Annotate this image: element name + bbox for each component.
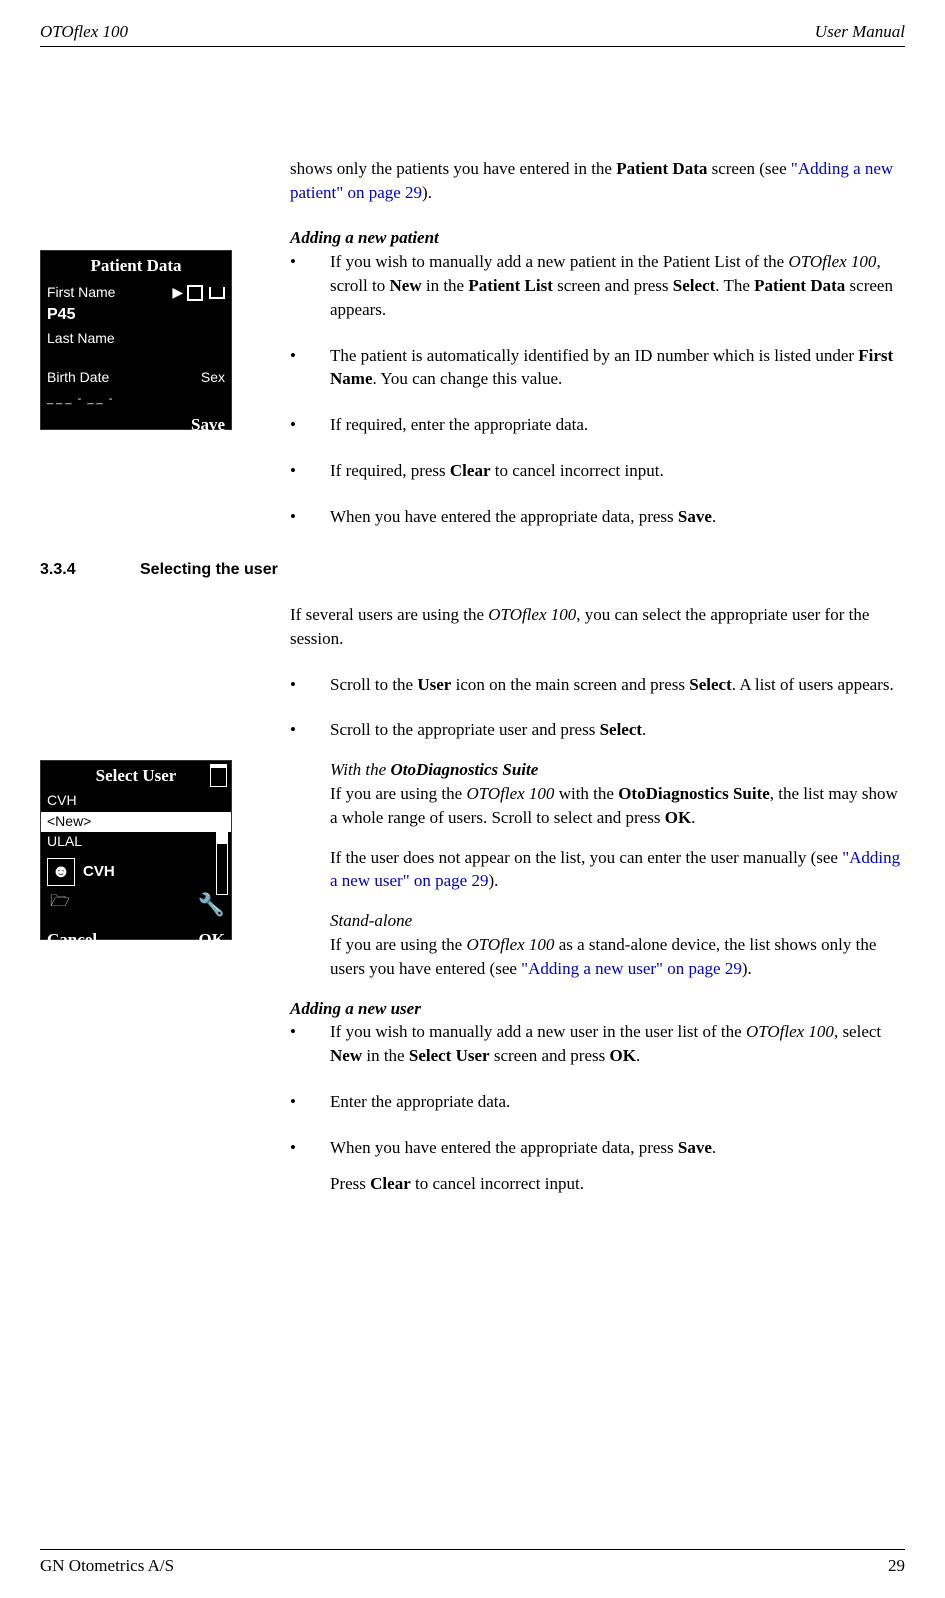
list-item: ULAL: [41, 832, 231, 854]
save-button-label: Save: [191, 413, 225, 437]
bullet-item: Enter the appropriate data.: [290, 1090, 905, 1114]
user-cvh: CVH: [47, 791, 77, 811]
bullet-item: If required, press Clear to cancel incor…: [290, 459, 905, 483]
first-name-row: First Name ▶: [41, 281, 231, 305]
screenshot-title: Patient Data: [90, 256, 181, 275]
bullet-item: Scroll to the appropriate user and press…: [290, 718, 905, 742]
sub-standalone: Stand-alone If you are using the OTOflex…: [330, 909, 905, 980]
patient-id: P45: [41, 304, 231, 326]
add-user-bullet-list: If you wish to manually add a new user i…: [290, 1020, 905, 1159]
section-number: 3.3.4: [40, 559, 140, 581]
patient-data-screenshot: Patient Data First Name ▶ P45 Last Name …: [40, 250, 232, 430]
section-intro: If several users are using the OTOflex 1…: [290, 603, 905, 651]
ok-label: OK: [199, 928, 225, 952]
bullet-item: If required, enter the appropriate data.: [290, 413, 905, 437]
sex-label: Sex: [201, 368, 225, 388]
birth-date-label: Birth Date: [47, 368, 109, 388]
battery-icon: [210, 764, 227, 787]
user-ulal: ULAL: [47, 832, 82, 852]
bullet-item: When you have entered the appropriate da…: [290, 1136, 905, 1160]
patient-bullet-list: If you wish to manually add a new patien…: [290, 250, 905, 528]
screenshot-title: Select User: [96, 766, 177, 785]
header-product: OTOflex 100: [40, 20, 128, 44]
link-add-user2[interactable]: "Adding a new user" on page 29: [521, 959, 742, 978]
ok-cancel-row: Cancel OK: [41, 924, 231, 956]
scrollbar: [216, 817, 228, 895]
sub-with-otodiagnostics: With the OtoDiagnostics Suite If you are…: [330, 758, 905, 829]
header-manual: User Manual: [815, 20, 905, 44]
icon-row2: 🗁 🔧: [41, 890, 231, 925]
screenshot-title-bar: Patient Data: [41, 251, 231, 281]
last-name-row: Last Name: [41, 327, 231, 351]
footer-page-number: 29: [888, 1554, 905, 1578]
icon-row: ☻ CVH: [41, 854, 231, 890]
date-dashes: _ _ _ - _ _ -: [41, 390, 231, 409]
bullet-item: If you wish to manually add a new user i…: [290, 1020, 905, 1068]
section-title: Selecting the user: [140, 559, 278, 581]
bullet-item: If you wish to manually add a new patien…: [290, 250, 905, 321]
user-cvh2: CVH: [83, 861, 115, 882]
sub-manual-user: If the user does not appear on the list,…: [330, 846, 905, 894]
face-icon: ☻: [47, 858, 75, 886]
adding-patient-heading: Adding a new patient: [290, 226, 905, 250]
save-row: Save: [41, 409, 231, 441]
footer-company: GN Otometrics A/S: [40, 1554, 174, 1578]
intro-paragraph: shows only the patients you have entered…: [290, 157, 905, 205]
bullet-item: Scroll to the User icon on the main scre…: [290, 673, 905, 697]
select-user-screenshot: Select User CVH <New> ULAL ☻ CVH 🗁 🔧 Can…: [40, 760, 232, 940]
list-item: CVH: [41, 791, 231, 813]
bullet-item: The patient is automatically identified …: [290, 344, 905, 392]
list-item-selected: <New>: [41, 812, 231, 832]
page-footer: GN Otometrics A/S 29: [40, 1549, 905, 1578]
birth-sex-row: Birth Date Sex: [41, 366, 231, 390]
bullet-item: When you have entered the appropriate da…: [290, 505, 905, 529]
user-bullet-list: Scroll to the User icon on the main scre…: [290, 673, 905, 743]
last-name-label: Last Name: [47, 329, 115, 349]
clear-note: Press Clear to cancel incorrect input.: [330, 1172, 905, 1196]
screenshot-title-bar: Select User: [41, 761, 231, 791]
folder-icon: 🗁: [47, 890, 73, 916]
cancel-label: Cancel: [47, 928, 97, 952]
adding-user-heading: Adding a new user: [290, 997, 905, 1021]
section-334-header: 3.3.4 Selecting the user: [40, 559, 905, 581]
user-new: <New>: [47, 812, 91, 832]
page-header: OTOflex 100 User Manual: [40, 20, 905, 47]
first-name-label: First Name: [47, 283, 115, 303]
cursor-indicator: ▶: [172, 283, 225, 303]
